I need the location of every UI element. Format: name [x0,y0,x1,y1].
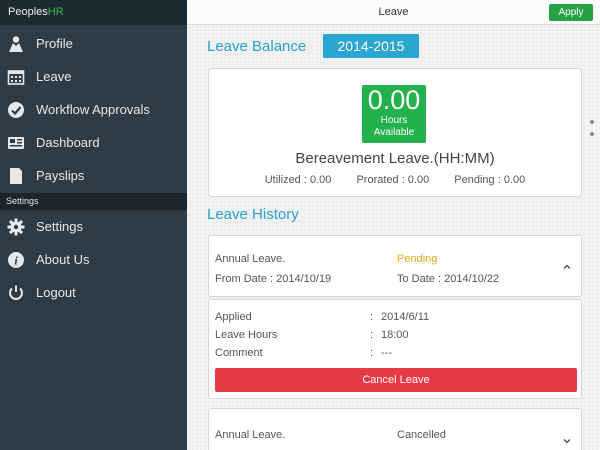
comment-value: --- [381,347,392,359]
brand-logo: PeoplesHR [0,0,187,25]
settings-section-header: Settings [0,193,187,210]
main-content: Leave Apply Leave Balance 2014-2015 0.00… [187,0,600,450]
page-dot [590,120,594,124]
sidebar-item-payslips[interactable]: Payslips [0,159,187,192]
sidebar-item-label: Leave [36,69,72,84]
prorated-stat: Prorated : 0.00 [356,174,430,186]
sidebar-item-label: Profile [36,36,73,51]
utilized-stat: Utilized : 0.00 [264,174,332,186]
applied-label: Applied [215,311,252,323]
leave-type: Annual Leave. [215,253,286,265]
chevron-up-icon[interactable] [562,262,572,272]
sidebar-item-settings[interactable]: Settings [0,210,187,243]
profile-icon [7,35,25,53]
separator: : [370,311,374,323]
leave-history-title: Leave History [207,206,299,223]
info-icon: i [7,251,25,269]
comment-label: Comment [215,347,263,359]
hours-label: Hours [380,115,408,126]
balance-stats: Utilized : 0.00 Prorated : 0.00 Pending … [209,174,581,186]
status-badge: Pending [397,253,438,265]
sidebar-item-label: Dashboard [36,135,100,150]
leave-balance-title: Leave Balance [207,38,307,55]
calendar-icon [7,68,25,86]
from-date: From Date : 2014/10/19 [215,273,332,285]
sidebar: PeoplesHR Profile Leave Workflow Approva… [0,0,187,450]
sidebar-item-workflow-approvals[interactable]: Workflow Approvals [0,93,187,126]
sidebar-item-label: About Us [36,252,90,267]
separator: : [370,329,374,341]
pending-stat: Pending : 0.00 [454,174,526,186]
power-icon [7,284,25,302]
separator: : [370,347,374,359]
hours-available-badge: 0.00 Hours Available [362,85,426,143]
sidebar-item-label: Workflow Approvals [36,102,150,117]
sidebar-item-profile[interactable]: Profile [0,27,187,60]
year-selector-button[interactable]: 2014-2015 [323,34,419,58]
leave-hours-label: Leave Hours [215,329,278,341]
top-bar: Leave Apply [187,0,600,25]
leave-history-item[interactable]: Annual Leave. Cancelled [208,408,582,450]
available-label: Available [373,127,415,138]
apply-button[interactable]: Apply [549,4,593,21]
page-indicator [590,120,594,144]
leave-history-item[interactable]: Annual Leave. Pending From Date : 2014/1… [208,235,582,297]
sidebar-item-label: Payslips [36,168,85,183]
to-date: To Date : 2014/10/22 [397,273,500,285]
leave-details-panel: Applied : 2014/6/11 Leave Hours : 18:00 … [208,299,582,399]
dashboard-icon [7,134,25,152]
sidebar-item-dashboard[interactable]: Dashboard [0,126,187,159]
leave-hours-value: 18:00 [381,329,409,341]
sidebar-item-label: Logout [36,285,76,300]
cancel-leave-button[interactable]: Cancel Leave [215,368,577,392]
document-icon [7,167,25,185]
sidebar-item-leave[interactable]: Leave [0,60,187,93]
chevron-down-icon[interactable] [562,436,572,446]
applied-value: 2014/6/11 [381,311,430,323]
page-title: Leave [378,6,409,18]
brand-accent: HR [47,6,64,18]
page-dot [590,132,594,136]
sidebar-item-about-us[interactable]: i About Us [0,243,187,276]
leave-type: Annual Leave. [215,429,286,441]
leave-type-label: Bereavement Leave.(HH:MM) [295,150,495,167]
status-badge: Cancelled [397,429,446,441]
gear-icon [7,218,25,236]
sidebar-item-label: Settings [36,219,83,234]
sidebar-item-logout[interactable]: Logout [0,276,187,309]
check-circle-icon [7,101,25,119]
brand-name: Peoples [8,6,48,18]
hours-value: 0.00 [367,85,421,115]
leave-balance-card: 0.00 Hours Available Bereavement Leave.(… [208,68,582,197]
